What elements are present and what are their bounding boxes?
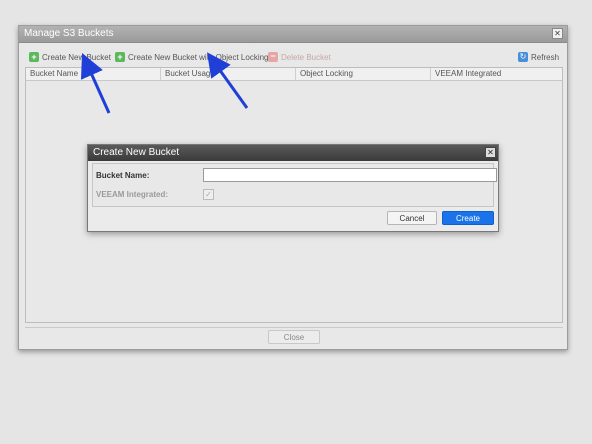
close-icon[interactable]: ✕: [552, 28, 563, 39]
create-new-bucket-label: Create New Bucket: [42, 52, 111, 62]
create-bucket-object-locking-label: Create New Bucket with Object Locking: [128, 52, 269, 62]
veeam-integrated-checkbox[interactable]: ✓: [203, 189, 214, 200]
close-icon[interactable]: ✕: [485, 147, 496, 158]
close-button[interactable]: Close: [268, 330, 320, 344]
plus-icon: +: [115, 52, 125, 62]
grid-header: Bucket Name Bucket Usage Object Locking …: [26, 68, 562, 81]
plus-icon: +: [29, 52, 39, 62]
refresh-button[interactable]: ↻ Refresh: [518, 51, 559, 63]
column-header-bucket-name[interactable]: Bucket Name: [26, 68, 161, 80]
dialog-titlebar: Manage S3 Buckets ✕: [19, 26, 567, 43]
delete-bucket-label: Delete Bucket: [281, 52, 331, 62]
bucket-name-label: Bucket Name:: [96, 171, 150, 180]
toolbar: + Create New Bucket + Create New Bucket …: [26, 51, 561, 63]
modal-titlebar: Create New Bucket ✕: [88, 145, 498, 161]
modal-form: Bucket Name: VEEAM Integrated: ✓: [92, 163, 497, 207]
create-new-bucket-button[interactable]: + Create New Bucket: [29, 51, 111, 63]
column-header-bucket-usage[interactable]: Bucket Usage: [161, 68, 296, 80]
bucket-name-input[interactable]: [203, 168, 497, 182]
delete-bucket-button[interactable]: − Delete Bucket: [268, 51, 331, 63]
veeam-integrated-label: VEEAM Integrated:: [96, 190, 169, 199]
dialog-title: Manage S3 Buckets: [24, 28, 114, 39]
column-header-veeam-integrated[interactable]: VEEAM Integrated: [431, 68, 564, 80]
refresh-label: Refresh: [531, 52, 560, 62]
footer-divider: [25, 327, 563, 328]
create-button[interactable]: Create: [442, 211, 494, 225]
create-bucket-object-locking-button[interactable]: + Create New Bucket with Object Locking: [115, 51, 269, 63]
column-header-object-locking[interactable]: Object Locking: [296, 68, 431, 80]
minus-icon: −: [268, 52, 278, 62]
create-new-bucket-modal: Create New Bucket ✕ Bucket Name: VEEAM I…: [87, 144, 499, 232]
refresh-icon: ↻: [518, 52, 528, 62]
cancel-button[interactable]: Cancel: [387, 211, 437, 225]
modal-title: Create New Bucket: [93, 147, 180, 158]
